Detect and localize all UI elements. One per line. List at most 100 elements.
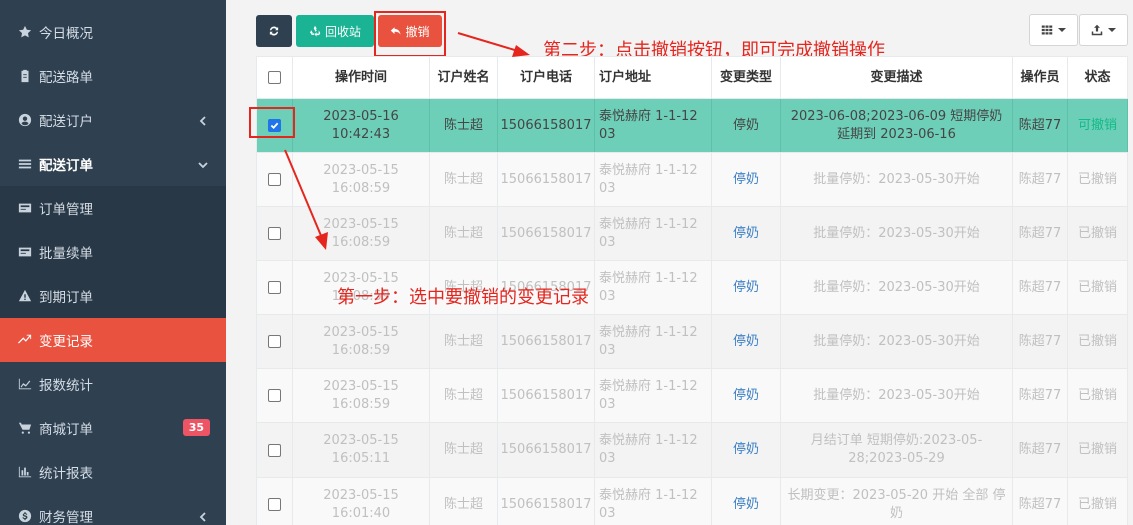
sidebar-item-label: 统计报表	[39, 466, 93, 482]
header-status[interactable]: 状态	[1068, 57, 1128, 98]
row-change-type: 停奶	[712, 153, 781, 206]
row-subscriber-name: 陈士超	[430, 207, 498, 260]
header-operation-time[interactable]: 操作时间	[293, 57, 430, 98]
sidebar-item-stat-reports[interactable]: 统计报表	[0, 450, 226, 494]
row-subscriber-phone: 15066158017	[498, 153, 595, 206]
recycle-icon	[309, 25, 321, 37]
sidebar-item-change-records[interactable]: 变更记录	[0, 318, 226, 362]
row-select-cell	[256, 153, 293, 206]
table-row[interactable]: 2023-05-15 16:08:59 陈士超 15066158017 泰悦赫府 1-…	[256, 207, 1128, 261]
row-select-cell	[256, 478, 293, 525]
row-change-description: 批量停奶：2023-05-30开始	[781, 315, 1013, 368]
row-checkbox[interactable]	[268, 389, 281, 402]
row-status: 可撤销	[1068, 99, 1128, 152]
row-operator: 陈超77	[1013, 99, 1068, 152]
row-change-type: 停奶	[712, 207, 781, 260]
card-icon	[17, 244, 33, 260]
refresh-button[interactable]	[256, 15, 292, 47]
row-operator: 陈超77	[1013, 261, 1068, 314]
header-change-description[interactable]: 变更描述	[781, 57, 1013, 98]
row-select-cell	[256, 315, 293, 368]
row-subscriber-name: 陈士超	[430, 315, 498, 368]
header-subscriber-name[interactable]: 订户姓名	[430, 57, 498, 98]
header-subscriber-address[interactable]: 订户地址	[595, 57, 712, 98]
row-checkbox[interactable]	[268, 281, 281, 294]
row-subscriber-phone: 15066158017	[498, 315, 595, 368]
row-status: 已撤销	[1068, 261, 1128, 314]
caret-down-icon	[1108, 28, 1116, 32]
row-subscriber-name: 陈士超	[430, 369, 498, 422]
row-checkbox[interactable]	[268, 335, 281, 348]
sidebar-item-finance[interactable]: 财务管理	[0, 494, 226, 525]
mall-orders-count-badge: 35	[182, 419, 210, 436]
row-change-description: 月结订单 短期停奶:2023-05-28;2023-05-29	[781, 423, 1013, 477]
row-operator: 陈超77	[1013, 207, 1068, 260]
header-change-type[interactable]: 变更类型	[712, 57, 781, 98]
chevron-down-icon	[198, 158, 208, 169]
header-operator[interactable]: 操作员	[1013, 57, 1068, 98]
sidebar-item-report-stats[interactable]: 报数统计	[0, 362, 226, 406]
row-subscriber-address: 泰悦赫府 1-1-12 03	[595, 99, 712, 152]
sidebar-item-delivery-subscribers[interactable]: 配送订户	[0, 98, 226, 142]
sidebar-item-delivery-route[interactable]: 配送路单	[0, 54, 226, 98]
row-change-description: 批量停奶：2023-05-30开始	[781, 261, 1013, 314]
row-subscriber-address: 泰悦赫府 1-1-12 03	[595, 369, 712, 422]
row-subscriber-name: 陈士超	[430, 423, 498, 477]
row-select-cell	[256, 369, 293, 422]
export-button[interactable]	[1079, 14, 1128, 46]
recycle-bin-button[interactable]: 回收站	[296, 15, 374, 47]
row-change-type: 停奶	[712, 423, 781, 477]
row-status: 已撤销	[1068, 423, 1128, 477]
table-row[interactable]: 2023-05-16 10:42:43 陈士超 15066158017 泰悦赫府 1-…	[256, 99, 1128, 153]
row-operator: 陈超77	[1013, 315, 1068, 368]
sidebar-item-order-management[interactable]: 订单管理	[0, 186, 226, 230]
table-row[interactable]: 2023-05-15 16:08:59 陈士超 15066158017 泰悦赫府 1-…	[256, 369, 1128, 423]
line-chart-icon	[17, 376, 33, 392]
row-checkbox[interactable]	[268, 227, 281, 240]
table-row[interactable]: 2023-05-15 16:08:59 陈士超 15066158017 泰悦赫府 1-…	[256, 315, 1128, 369]
table-row[interactable]: 2023-05-15 16:08:59 陈士超 15066158017 泰悦赫府 1-…	[256, 153, 1128, 207]
sidebar-item-label: 到期订单	[39, 290, 93, 306]
card-icon	[17, 200, 33, 216]
row-subscriber-address: 泰悦赫府 1-1-12 03	[595, 315, 712, 368]
row-subscriber-name: 陈士超	[430, 153, 498, 206]
row-operation-time: 2023-05-15 16:08:59	[293, 153, 430, 206]
row-change-type: 停奶	[712, 478, 781, 525]
row-subscriber-address: 泰悦赫府 1-1-12 03	[595, 261, 712, 314]
row-checkbox[interactable]	[268, 173, 281, 186]
sidebar-item-label: 订单管理	[39, 202, 93, 218]
row-status: 已撤销	[1068, 369, 1128, 422]
row-checkbox[interactable]	[268, 498, 281, 511]
row-change-description: 批量停奶：2023-05-30开始	[781, 369, 1013, 422]
header-subscriber-phone[interactable]: 订户电话	[498, 57, 595, 98]
sidebar-item-batch-renewal[interactable]: 批量续单	[0, 230, 226, 274]
checkbox-highlight-box	[249, 107, 295, 138]
select-all-checkbox[interactable]	[268, 71, 281, 84]
row-operation-time: 2023-05-15 16:08:59	[293, 315, 430, 368]
recycle-bin-label: 回收站	[324, 24, 361, 39]
change-records-table: 操作时间 订户姓名 订户电话 订户地址 变更类型 变更描述 操作员 状态 202…	[256, 56, 1128, 525]
select-all-cell	[256, 57, 293, 98]
table-row[interactable]: 2023-05-15 16:05:11 陈士超 15066158017 泰悦赫府 1-…	[256, 423, 1128, 478]
sidebar-item-delivery-orders[interactable]: 配送订单	[0, 142, 226, 186]
row-status: 已撤销	[1068, 153, 1128, 206]
row-operator: 陈超77	[1013, 423, 1068, 477]
chevron-left-icon	[198, 114, 208, 126]
sidebar-item-label: 配送订户	[39, 114, 93, 130]
sidebar-item-mall-orders[interactable]: 商城订单 35	[0, 406, 226, 450]
sidebar-item-expiring-orders[interactable]: 到期订单	[0, 274, 226, 318]
sidebar-item-label: 财务管理	[39, 510, 93, 525]
row-status: 已撤销	[1068, 315, 1128, 368]
grid-icon	[1041, 25, 1053, 35]
row-subscriber-address: 泰悦赫府 1-1-12 03	[595, 423, 712, 477]
row-status: 已撤销	[1068, 207, 1128, 260]
list-icon	[17, 156, 33, 172]
columns-toggle-button[interactable]	[1029, 14, 1078, 46]
row-operator: 陈超77	[1013, 153, 1068, 206]
export-icon	[1091, 24, 1103, 36]
row-checkbox[interactable]	[268, 443, 281, 457]
caret-down-icon	[1058, 28, 1066, 32]
sidebar-item-overview[interactable]: 今日概况	[0, 10, 226, 54]
table-row[interactable]: 2023-05-15 16:01:40 陈士超 15066158017 泰悦赫府 1-…	[256, 478, 1128, 525]
user-circle-icon	[17, 112, 33, 128]
